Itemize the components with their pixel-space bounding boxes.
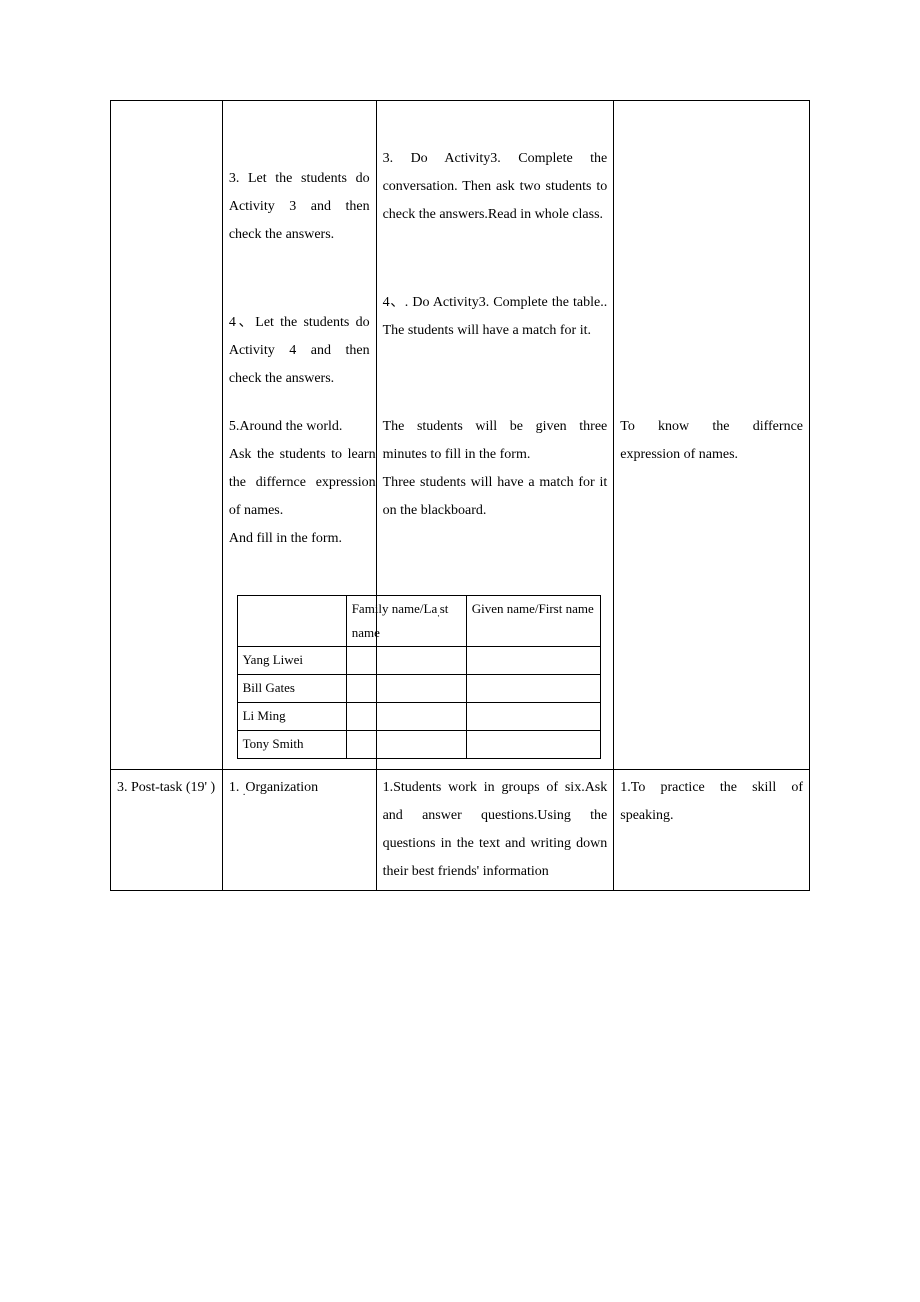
lesson-plan-table: 3. Let the students do Activity 3 and th… [110,100,810,891]
teacher-cell-continuation: 3. Let the students do Activity 3 and th… [222,101,376,410]
student-text-posttask: 1.Students work in groups of six.Ask and… [383,774,608,886]
student-cell-continuation: 3. Do Activity3. Complete the conversati… [376,101,614,410]
student-text-item5a: The students will be given three minutes… [377,413,608,469]
student-text-item4: 4、. Do Activity3. Complete the table.. T… [383,289,608,345]
names-cell-family1 [346,647,466,675]
names-cell-given2 [466,675,601,703]
teacher-text-item3: 3. Let the students do Activity 3 and th… [229,165,370,249]
student-cell-item5: The students will be given three minutes… [376,409,614,769]
teacher-text-item5a: 5.Around the world. [229,419,343,434]
names-cell-given4 [466,730,601,758]
names-cell-given3 [466,702,601,730]
teacher-text-org: 1. .Organization [229,774,370,803]
names-cell-name3: Li Ming [237,702,346,730]
teacher-cell-posttask: 1. .Organization [222,769,376,890]
names-header-family: Family name/La.st name [346,596,466,647]
purpose-cell-item5: To know the differnce expression of name… [614,409,810,769]
purpose-cell-posttask: 1.To practice the skill of speaking. [614,769,810,890]
step-cell-posttask: 3. Post-task (19' ) [111,769,223,890]
names-table-header-row: Family name/La.st name Given name/First … [237,596,601,647]
purpose-text-posttask: 1.To practice the skill of speaking. [620,774,803,830]
names-cell-name4: Tony Smith [237,730,346,758]
names-cell-family4 [346,730,466,758]
student-text-item5b: Three students will have a match for it … [377,469,608,525]
lesson-row-posttask: 3. Post-task (19' ) 1. .Organization 1.S… [111,769,810,890]
names-header-given: Given name/First name [466,596,601,647]
student-cell-posttask: 1.Students work in groups of six.Ask and… [376,769,614,890]
names-row-1: Yang Liwei [237,647,601,675]
names-row-2: Bill Gates [237,675,601,703]
names-cell-name2: Bill Gates [237,675,346,703]
names-cell-family3 [346,702,466,730]
step-cell-empty-item5 [111,409,223,769]
purpose-text-item5: To know the differnce expression of name… [620,413,803,469]
teacher-text-item5b: Ask the students to learn the differnce … [229,441,376,525]
names-row-3: Li Ming [237,702,601,730]
student-text-item3: 3. Do Activity3. Complete the conversati… [383,145,608,229]
names-cell-family2 [346,675,466,703]
names-table: Family name/La.st name Given name/First … [237,595,602,759]
step-text: 3. Post-task (19' ) [117,774,216,802]
names-row-4: Tony Smith [237,730,601,758]
names-header-empty [237,596,346,647]
lesson-row-continuation: 3. Let the students do Activity 3 and th… [111,101,810,410]
names-cell-name1: Yang Liwei [237,647,346,675]
teacher-text-item4: 4、Let the students do Activity 4 and the… [229,309,370,393]
names-cell-given1 [466,647,601,675]
step-cell-empty [111,101,223,410]
teacher-text-item5c: And fill in the form. [229,525,376,553]
purpose-cell-empty-top [614,101,810,410]
lesson-row-item5: 5.Around the world. Ask the students to … [111,409,810,769]
